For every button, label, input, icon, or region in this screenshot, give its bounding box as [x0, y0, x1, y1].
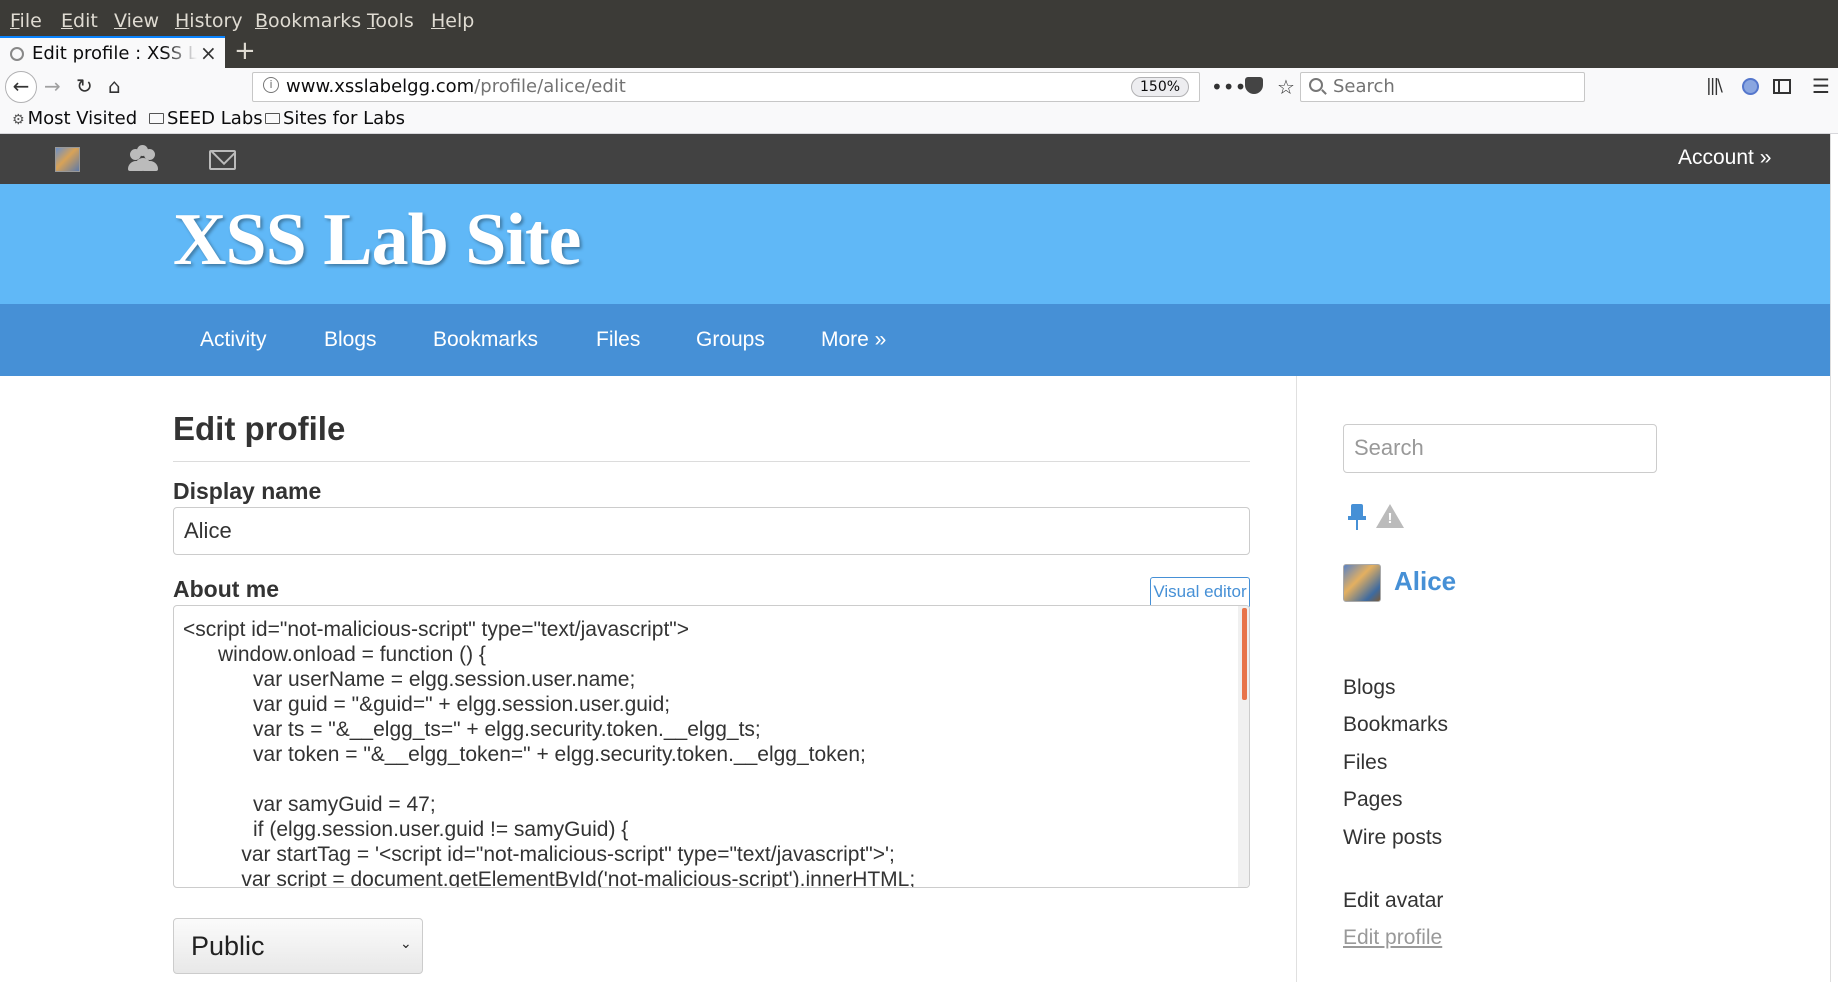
- messages-envelope-icon[interactable]: [209, 150, 236, 170]
- owner-name-link[interactable]: Alice: [1394, 566, 1456, 597]
- folder-icon: [265, 113, 280, 124]
- visual-editor-toggle[interactable]: Visual editor: [1150, 577, 1250, 607]
- friends-icon[interactable]: [128, 145, 158, 173]
- menu-history[interactable]: History: [175, 10, 243, 32]
- display-name-input[interactable]: [173, 507, 1250, 555]
- sidebar-link-files[interactable]: Files: [1343, 751, 1387, 775]
- browser-search-input[interactable]: Search: [1300, 72, 1585, 102]
- page-actions-icon[interactable]: •••: [1211, 75, 1246, 99]
- nav-more[interactable]: More »: [821, 328, 886, 352]
- bookmark-label: Most Visited: [27, 108, 138, 129]
- access-level-select[interactable]: Public ⌄: [173, 918, 423, 974]
- warning-icon[interactable]: !: [1376, 504, 1404, 530]
- search-icon: [1309, 78, 1323, 92]
- bookmark-sites-for-labs[interactable]: Sites for Labs: [265, 108, 405, 129]
- zoom-level-badge[interactable]: 150%: [1131, 77, 1190, 97]
- display-name-label: Display name: [173, 478, 322, 504]
- bookmark-most-visited[interactable]: ⚙ Most Visited: [12, 108, 137, 129]
- pin-needle: [1356, 520, 1358, 530]
- nav-files[interactable]: Files: [596, 328, 640, 352]
- bookmark-seed-labs[interactable]: SEED Labs: [149, 108, 263, 129]
- sidebar-link-blogs[interactable]: Blogs: [1343, 676, 1396, 700]
- pocket-icon[interactable]: [1245, 77, 1263, 94]
- browser-navbar: ← → ↻ ⌂ i www.xsslabelgg.com/profile/ali…: [0, 68, 1838, 106]
- sidebar-link-edit-profile[interactable]: Edit profile: [1343, 926, 1442, 950]
- bookmark-star-icon[interactable]: ☆: [1277, 75, 1295, 99]
- menu-bookmarks[interactable]: Bookmarks: [255, 10, 361, 32]
- browser-search-placeholder: Search: [1333, 76, 1395, 97]
- bookmarks-toolbar: ⚙ Most Visited SEED Labs Sites for Labs: [0, 106, 1838, 134]
- site-header: XSS Lab Site: [0, 184, 1830, 304]
- nav-activity[interactable]: Activity: [200, 328, 267, 352]
- access-level-value: Public: [191, 931, 265, 961]
- nav-groups[interactable]: Groups: [696, 328, 765, 352]
- url-text: www.xsslabelgg.com/profile/alice/edit: [286, 76, 626, 97]
- menu-view[interactable]: View: [114, 10, 159, 32]
- elgg-topbar: Account »: [0, 134, 1830, 184]
- chevron-down-icon: ⌄: [400, 935, 412, 951]
- new-tab-icon[interactable]: +: [234, 36, 256, 66]
- library-icon[interactable]: |||\: [1706, 76, 1723, 96]
- sidebar-toggle-icon[interactable]: [1773, 79, 1791, 94]
- scroll-thumb[interactable]: [1242, 608, 1247, 700]
- title-divider: [173, 461, 1250, 462]
- tab-close-icon[interactable]: ×: [200, 41, 217, 65]
- tab-favicon-icon: [10, 47, 24, 61]
- about-me-label: About me: [173, 576, 280, 602]
- user-avatar[interactable]: [55, 147, 80, 172]
- about-me-content: <script id="not-malicious-script" type="…: [183, 618, 916, 888]
- sidebar-link-wire-posts[interactable]: Wire posts: [1343, 826, 1442, 850]
- pin-icon[interactable]: [1348, 504, 1366, 530]
- sidebar-link-bookmarks[interactable]: Bookmarks: [1343, 713, 1448, 737]
- page-title: Edit profile: [173, 410, 346, 447]
- back-arrow-icon[interactable]: ←: [5, 71, 37, 103]
- sidebar-link-pages[interactable]: Pages: [1343, 788, 1403, 812]
- url-domain: www.xsslabelgg.com: [286, 76, 475, 97]
- site-info-icon[interactable]: i: [263, 77, 279, 93]
- folder-icon: [149, 113, 164, 124]
- friend-head: [137, 145, 148, 156]
- url-bar[interactable]: i www.xsslabelgg.com/profile/alice/edit …: [252, 72, 1295, 102]
- menu-tools[interactable]: Tools: [367, 10, 414, 32]
- url-path: /profile/alice/edit: [474, 76, 626, 97]
- account-menu[interactable]: Account »: [1678, 146, 1771, 170]
- gear-icon: ⚙: [12, 112, 25, 128]
- owner-avatar[interactable]: [1343, 564, 1381, 602]
- menu-edit[interactable]: Edit: [61, 10, 98, 32]
- active-tab[interactable]: Edit profile : XSS Lab Site ×: [0, 36, 225, 68]
- page-content: Account » XSS Lab Site Activity Blogs Bo…: [0, 134, 1838, 982]
- friend-body: [135, 158, 151, 168]
- home-icon[interactable]: ⌂: [108, 74, 121, 98]
- owner-sidebar: Search ! Alice Blogs Bookmarks Files Pag…: [1296, 376, 1830, 982]
- tab-title: Edit profile : XSS Lab Site: [32, 43, 197, 64]
- extension-icon[interactable]: [1742, 78, 1759, 95]
- bookmark-label: SEED Labs: [167, 108, 263, 129]
- browser-tabbar: Edit profile : XSS Lab Site × +: [0, 36, 1838, 68]
- page-scrollbar[interactable]: [1830, 134, 1838, 982]
- about-me-scrollbar[interactable]: [1238, 606, 1249, 887]
- bookmark-label: Sites for Labs: [283, 108, 405, 129]
- nav-bookmarks[interactable]: Bookmarks: [433, 328, 538, 352]
- forward-arrow-icon[interactable]: →: [44, 74, 61, 98]
- reload-icon[interactable]: ↻: [76, 74, 93, 98]
- site-title[interactable]: XSS Lab Site: [173, 198, 581, 283]
- menu-file[interactable]: File: [10, 10, 42, 32]
- about-me-textarea[interactable]: <script id="not-malicious-script" type="…: [173, 605, 1250, 888]
- hamburger-menu-icon[interactable]: ☰: [1812, 74, 1830, 98]
- sidebar-search-input[interactable]: Search: [1343, 424, 1657, 473]
- sidebar-link-edit-avatar[interactable]: Edit avatar: [1343, 889, 1443, 913]
- site-navigation: Activity Blogs Bookmarks Files Groups Mo…: [0, 304, 1830, 376]
- menu-help[interactable]: Help: [431, 10, 474, 32]
- warning-mark: !: [1387, 510, 1393, 527]
- nav-blogs[interactable]: Blogs: [324, 328, 377, 352]
